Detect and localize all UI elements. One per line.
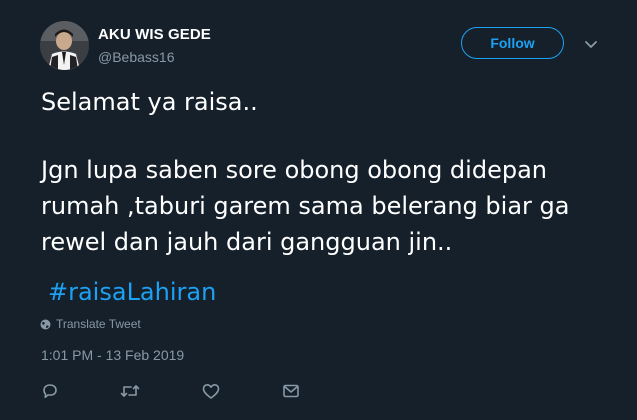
avatar-image (40, 21, 89, 70)
reply-button[interactable] (40, 381, 60, 401)
follow-button[interactable]: Follow (461, 27, 564, 59)
globe-icon (40, 319, 51, 329)
translate-label[interactable]: Translate Tweet (56, 317, 141, 331)
author-name[interactable]: AKU WIS GEDE (98, 26, 211, 43)
translate-tweet-link[interactable]: Translate Tweet (40, 317, 141, 331)
tweet-card: AKU WIS GEDE @Bebass16 Follow Selamat ya… (0, 0, 637, 420)
like-button[interactable] (201, 381, 221, 401)
tweet-line: Jgn lupa saben sore obong obong didepan (41, 156, 547, 184)
hashtag-link[interactable]: #raisaLahiran (48, 278, 216, 306)
author-handle[interactable]: @Bebass16 (98, 49, 174, 65)
message-icon (283, 384, 299, 398)
retweet-button[interactable] (119, 381, 141, 401)
direct-message-button[interactable] (281, 381, 301, 401)
tweet-line: rewel dan jauh dari gangguan jin.. (41, 228, 453, 256)
tweet-text: Selamat ya raisa.. Jgn lupa saben sore o… (41, 84, 621, 260)
avatar[interactable] (40, 21, 89, 70)
retweet-icon (120, 385, 140, 397)
chevron-down-icon[interactable] (584, 40, 598, 50)
tweet-line: rumah ,taburi garem sama belerang biar g… (41, 192, 570, 220)
tweet-line: Selamat ya raisa.. (41, 88, 258, 116)
reply-icon (43, 384, 57, 399)
like-icon (202, 383, 220, 399)
timestamp[interactable]: 1:01 PM - 13 Feb 2019 (41, 347, 184, 363)
